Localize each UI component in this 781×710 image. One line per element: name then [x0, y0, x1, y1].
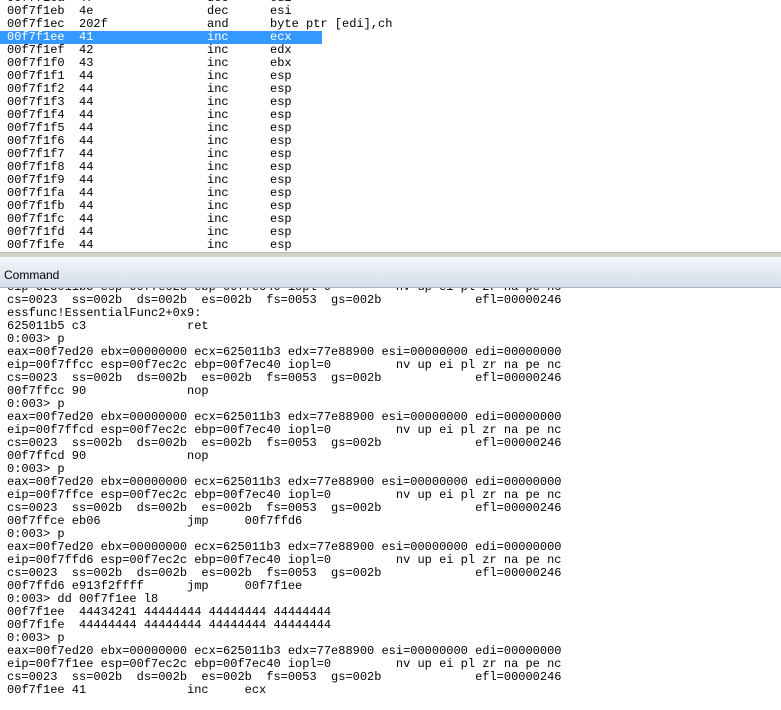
disassembly-row[interactable]: 00f7f1f4 44 inc esp — [0, 109, 781, 122]
command-header: Command — [0, 257, 781, 288]
disassembly-row[interactable]: 00f7f1fb 44 inc esp — [0, 200, 781, 213]
address: 00f7f1fe — [7, 238, 65, 252]
command-title: Command — [4, 268, 60, 282]
command-output-line: 625011b5 c3 ret — [7, 319, 209, 333]
disassembly-row[interactable]: 00f7f1f7 44 inc esp — [0, 148, 781, 161]
disassembly-row[interactable]: 00f7f1fe 44 inc esp — [0, 239, 781, 252]
disassembly-row[interactable]: 00f7f1f0 43 inc ebx — [0, 57, 781, 70]
disassembly-row[interactable]: 00f7f1f1 44 inc esp — [0, 70, 781, 83]
disassembly-row[interactable]: 00f7f1f6 44 inc esp — [0, 135, 781, 148]
command-output-line: 00f7f1fe 44444444 44444444 44444444 4444… — [7, 618, 332, 632]
disassembly-row[interactable]: 00f7f1ef 42 inc edx — [0, 44, 781, 57]
command-output-line: 00f7f1ee 41 inc ecx — [7, 683, 267, 697]
disassembly-row[interactable]: 00f7f1f9 44 inc esp — [0, 174, 781, 187]
disassembly-row[interactable]: 00f7f1fd 44 inc esp — [0, 226, 781, 239]
command-output-lines: eip=625011b5 esp=00f7ec2c ebp=00f7ec40 i… — [7, 288, 562, 697]
operands: esp — [270, 238, 292, 252]
command-output-line: 00f7ffcc 90 nop — [7, 384, 209, 398]
disassembly-row[interactable]: 00f7f1f8 44 inc esp — [0, 161, 781, 174]
disassembly-row[interactable]: 00f7f1f3 44 inc esp — [0, 96, 781, 109]
command-output-line: 00f7ffcd 90 nop — [7, 449, 209, 463]
mnemonic: inc — [207, 238, 229, 252]
disassembly-pane[interactable]: 00f7f1ea4fdecedi00f7f1eb4edecesi00f7f1ec… — [0, 0, 781, 252]
opcode-bytes: 44 — [79, 238, 94, 252]
disassembly-list: 00f7f1ea4fdecedi00f7f1eb4edecesi00f7f1ec… — [0, 0, 781, 252]
disassembly-row[interactable]: 00f7f1f5 44 inc esp — [0, 122, 781, 135]
command-output[interactable]: eip=625011b5 esp=00f7ec2c ebp=00f7ec40 i… — [0, 288, 781, 710]
disassembly-row[interactable]: 00f7f1ec 202f and byte ptr [edi],ch — [0, 18, 781, 31]
disassembly-row[interactable]: 00f7f1fa 44 inc esp — [0, 187, 781, 200]
disassembly-row[interactable]: 00f7f1f2 44 inc esp — [0, 83, 781, 96]
command-output-line: 00f7ffce eb06 jmp 00f7ffd6 — [7, 514, 303, 528]
disassembly-row[interactable]: 00f7f1fc 44 inc esp — [0, 213, 781, 226]
